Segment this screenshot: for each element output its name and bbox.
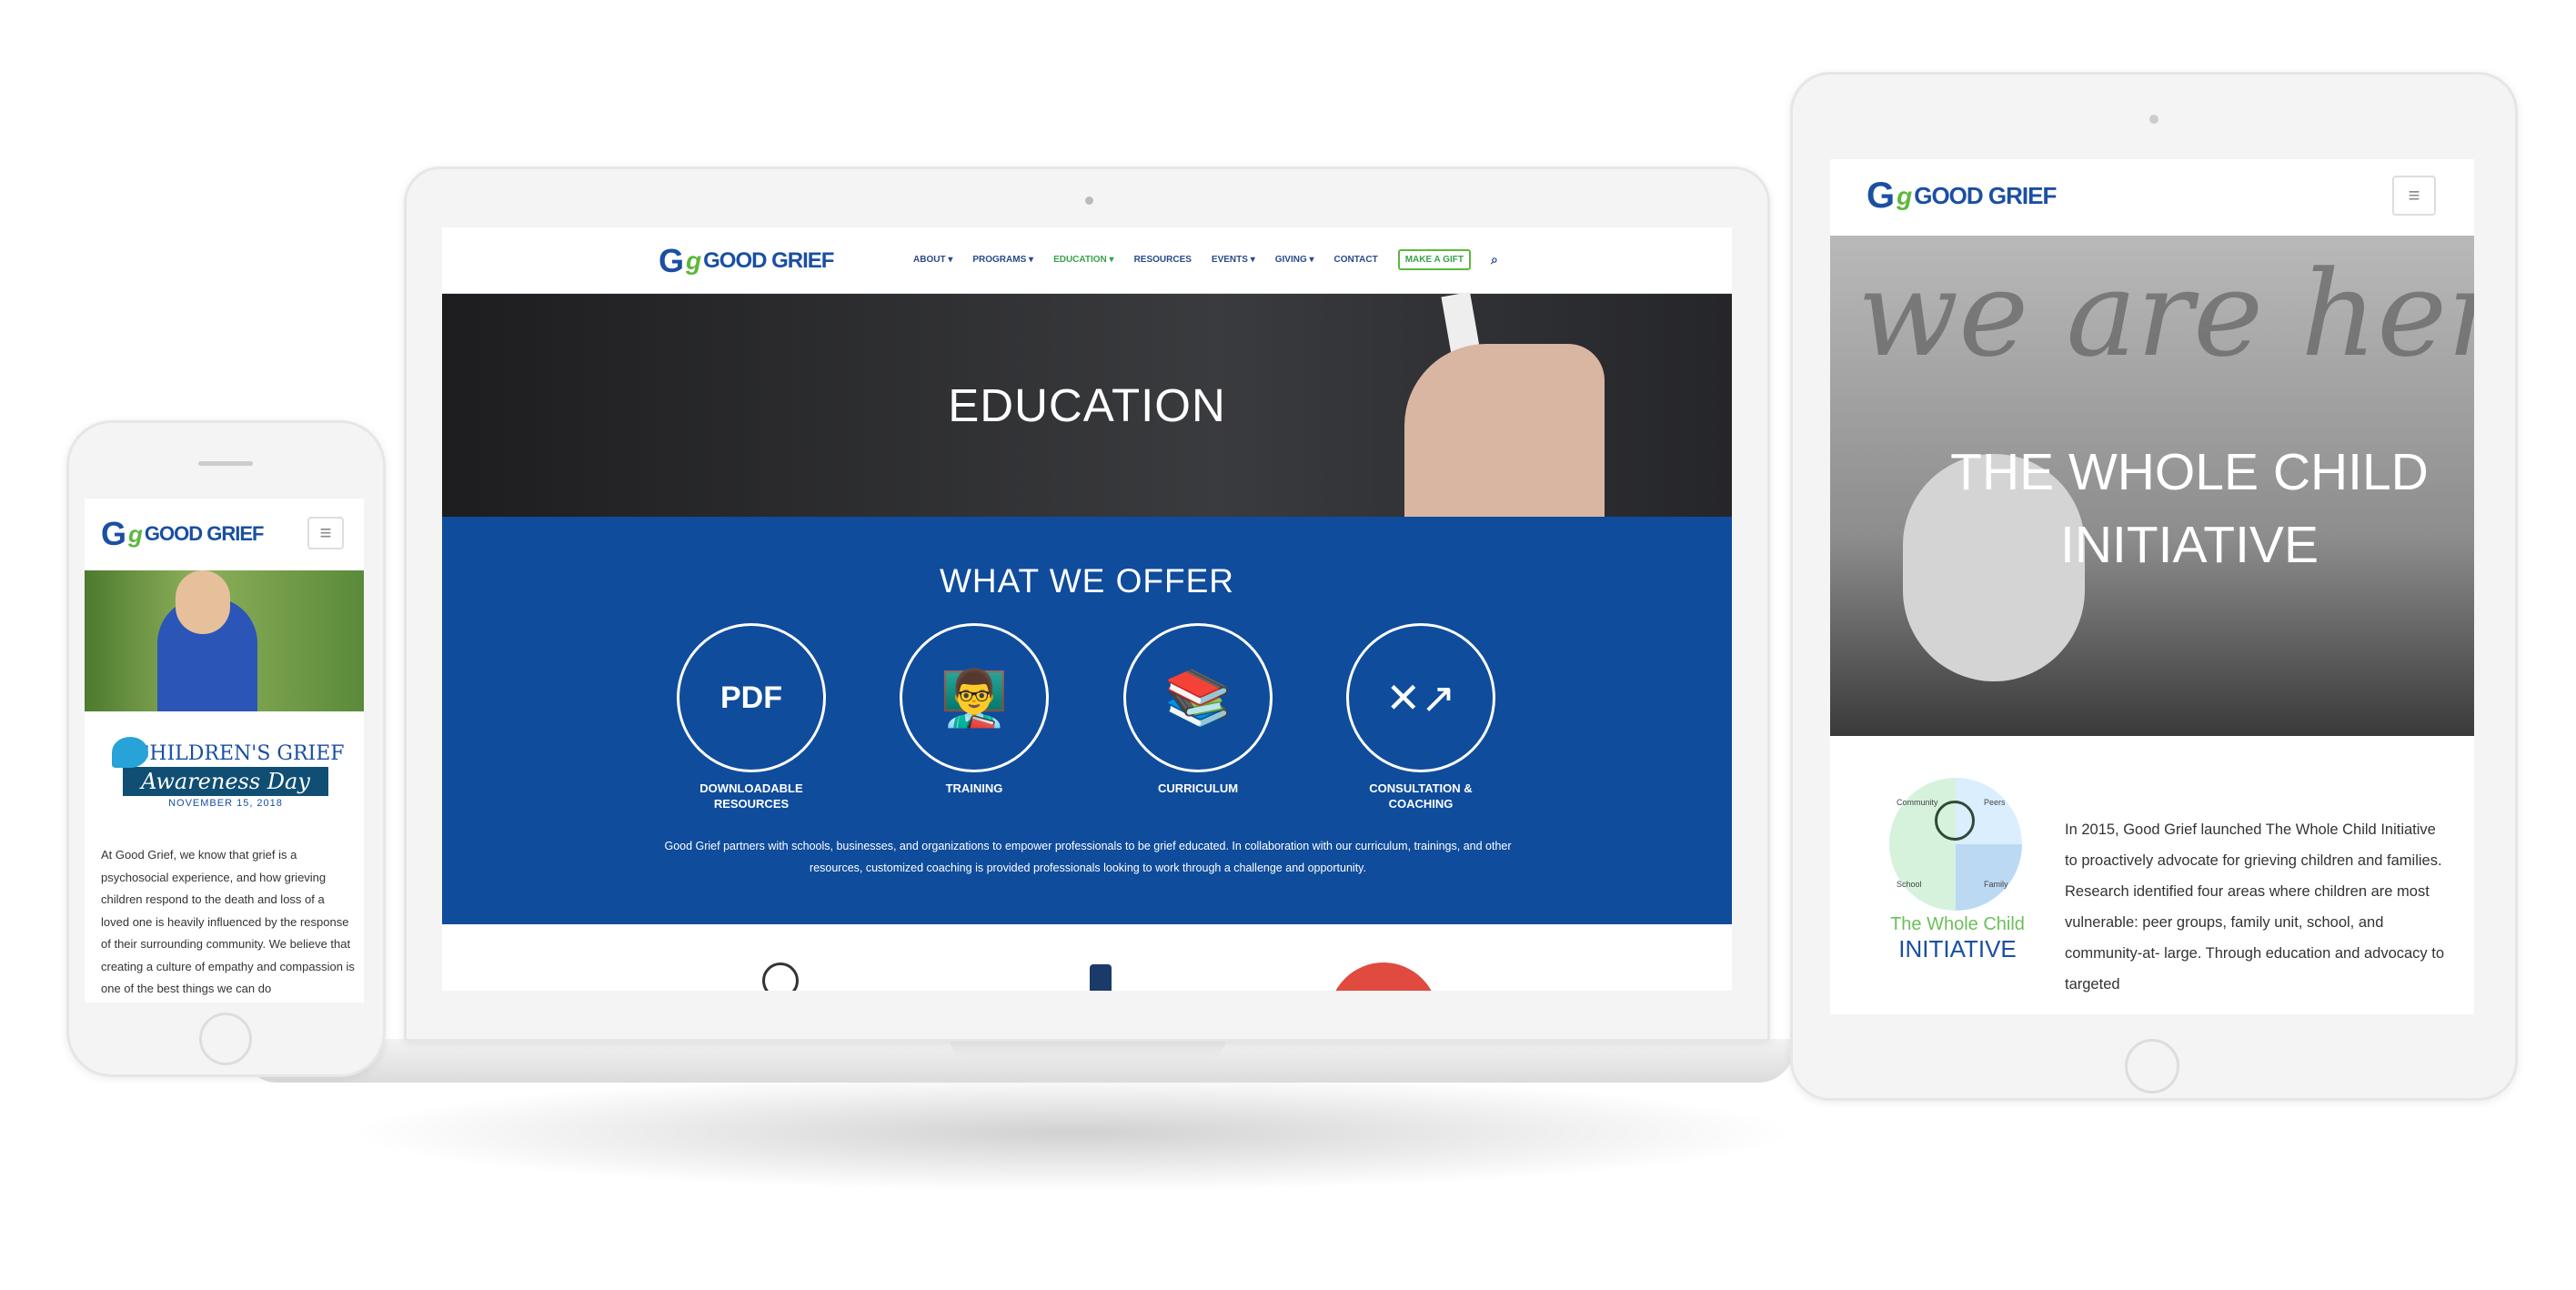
logo-g2: g xyxy=(686,247,702,275)
banner-title: CHILDREN'S GRIEF xyxy=(134,742,345,765)
training-icon[interactable]: 👨‍🏫 xyxy=(900,623,1049,772)
laptop-notch xyxy=(951,1039,1225,1059)
tablet-body-text: In 2015, Good Grief launched The Whole C… xyxy=(2065,821,2445,993)
logo-line2: INITIATIVE xyxy=(1898,935,2017,962)
nav-about[interactable]: ABOUT ▾ xyxy=(913,255,952,265)
site-header: Gg GOOD GRIEF ABOUT ▾ PROGRAMS ▾ EDUCATIO… xyxy=(442,227,1732,294)
logo[interactable]: Gg GOOD GRIEF xyxy=(1867,176,2057,217)
menu-button[interactable]: ≡ xyxy=(2392,176,2436,216)
offer-label[interactable]: DOWNLOADABLE RESOURCES xyxy=(651,781,851,811)
logo-text: GOOD GRIEF xyxy=(144,522,265,545)
nav-programs[interactable]: PROGRAMS ▾ xyxy=(972,255,1033,265)
strategy-icon[interactable]: ✕↗ xyxy=(1346,623,1495,772)
offer-label[interactable]: TRAINING xyxy=(874,781,1074,796)
logo-label: Family xyxy=(1984,880,2008,889)
kid-icon xyxy=(762,962,799,991)
banner-date: NOVEMBER 15, 2018 xyxy=(168,798,283,809)
nav-education[interactable]: EDUCATION ▾ xyxy=(1053,255,1114,265)
device-shadow xyxy=(346,1073,1801,1192)
logo-g: G xyxy=(659,242,685,279)
hand-image xyxy=(1404,344,1605,517)
what-we-offer-section: WHAT WE OFFER PDF 👨‍🏫 📚 ✕↗ DOWNLOADABLE … xyxy=(442,517,1732,924)
child-drawing-icon: Community Peers School Family xyxy=(1889,778,2022,911)
logo-text: GOOD GRIEF xyxy=(703,248,834,273)
logo-g2: g xyxy=(1897,181,1913,210)
nav-contact[interactable]: CONTACT xyxy=(1334,255,1378,265)
hero-title: EDUCATION xyxy=(948,379,1226,431)
logo-g: G xyxy=(1867,176,1896,216)
search-icon[interactable]: ⌕ xyxy=(1491,252,1498,267)
logo-g2: g xyxy=(128,519,143,548)
logo[interactable]: Gg GOOD GRIEF xyxy=(659,242,834,280)
whole-child-logo: Community Peers School Family The Whole … xyxy=(1889,778,2026,963)
chalk-writing: we are her xyxy=(1857,245,2474,383)
boy-photo xyxy=(85,570,364,711)
phone-speaker xyxy=(198,461,253,466)
heart-icon xyxy=(1329,962,1438,991)
logo-text: GOOD GRIEF xyxy=(1914,182,2057,209)
whole-child-hero: we are her THE WHOLE CHILD INITIATIVE xyxy=(1830,236,2474,736)
hero-title: THE WHOLE CHILD INITIATIVE xyxy=(1950,443,2429,574)
make-a-gift-button[interactable]: MAKE A GIFT xyxy=(1397,249,1471,270)
tablet-camera xyxy=(2149,115,2158,124)
books-icon[interactable]: 📚 xyxy=(1123,623,1273,772)
phone-body-text: At Good Grief, we know that grief is a p… xyxy=(101,848,355,995)
phone-screen: Gg GOOD GRIEF ≡ CHILDREN'S GRIEF Awarenes… xyxy=(85,499,364,1003)
offer-label[interactable]: CURRICULUM xyxy=(1098,781,1298,796)
laptop-screen: Gg GOOD GRIEF ABOUT ▾ PROGRAMS ▾ EDUCATIO… xyxy=(442,227,1732,991)
nav-resources[interactable]: RESOURCES xyxy=(1134,255,1192,265)
logo[interactable]: Gg GOOD GRIEF xyxy=(101,515,265,553)
menu-button[interactable]: ≡ xyxy=(307,517,344,549)
logo-g: G xyxy=(101,515,127,552)
phone-home-button[interactable] xyxy=(199,1013,252,1065)
banner-ribbon: Awareness Day xyxy=(123,767,328,796)
bottle-icon xyxy=(1090,964,1112,991)
nav-giving[interactable]: GIVING ▾ xyxy=(1275,255,1314,265)
butterfly-icon xyxy=(112,737,148,768)
logo-label: School xyxy=(1897,880,1922,889)
tablet-screen: Gg GOOD GRIEF ≡ we are her THE WHOLE CHIL… xyxy=(1830,159,2474,1014)
education-hero: EDUCATION xyxy=(442,291,1732,517)
awareness-day-banner: CHILDREN'S GRIEF Awareness Day NOVEMBER … xyxy=(103,737,348,837)
pdf-icon[interactable]: PDF xyxy=(677,623,826,772)
logo-line1: The Whole Child xyxy=(1890,914,2025,934)
main-nav: ABOUT ▾ PROGRAMS ▾ EDUCATION ▾ RESOURCES… xyxy=(913,249,1498,270)
logo-label: Peers xyxy=(1984,798,2006,807)
tablet-home-button[interactable] xyxy=(2125,1039,2179,1093)
offer-label[interactable]: CONSULTATION & COACHING xyxy=(1321,781,1521,811)
nav-events[interactable]: EVENTS ▾ xyxy=(1212,255,1255,265)
logo-label: Community xyxy=(1897,798,1938,807)
laptop-camera xyxy=(1085,197,1093,205)
offer-paragraph: Good Grief partners with schools, busine… xyxy=(664,840,1512,874)
offer-title: WHAT WE OFFER xyxy=(939,562,1235,600)
